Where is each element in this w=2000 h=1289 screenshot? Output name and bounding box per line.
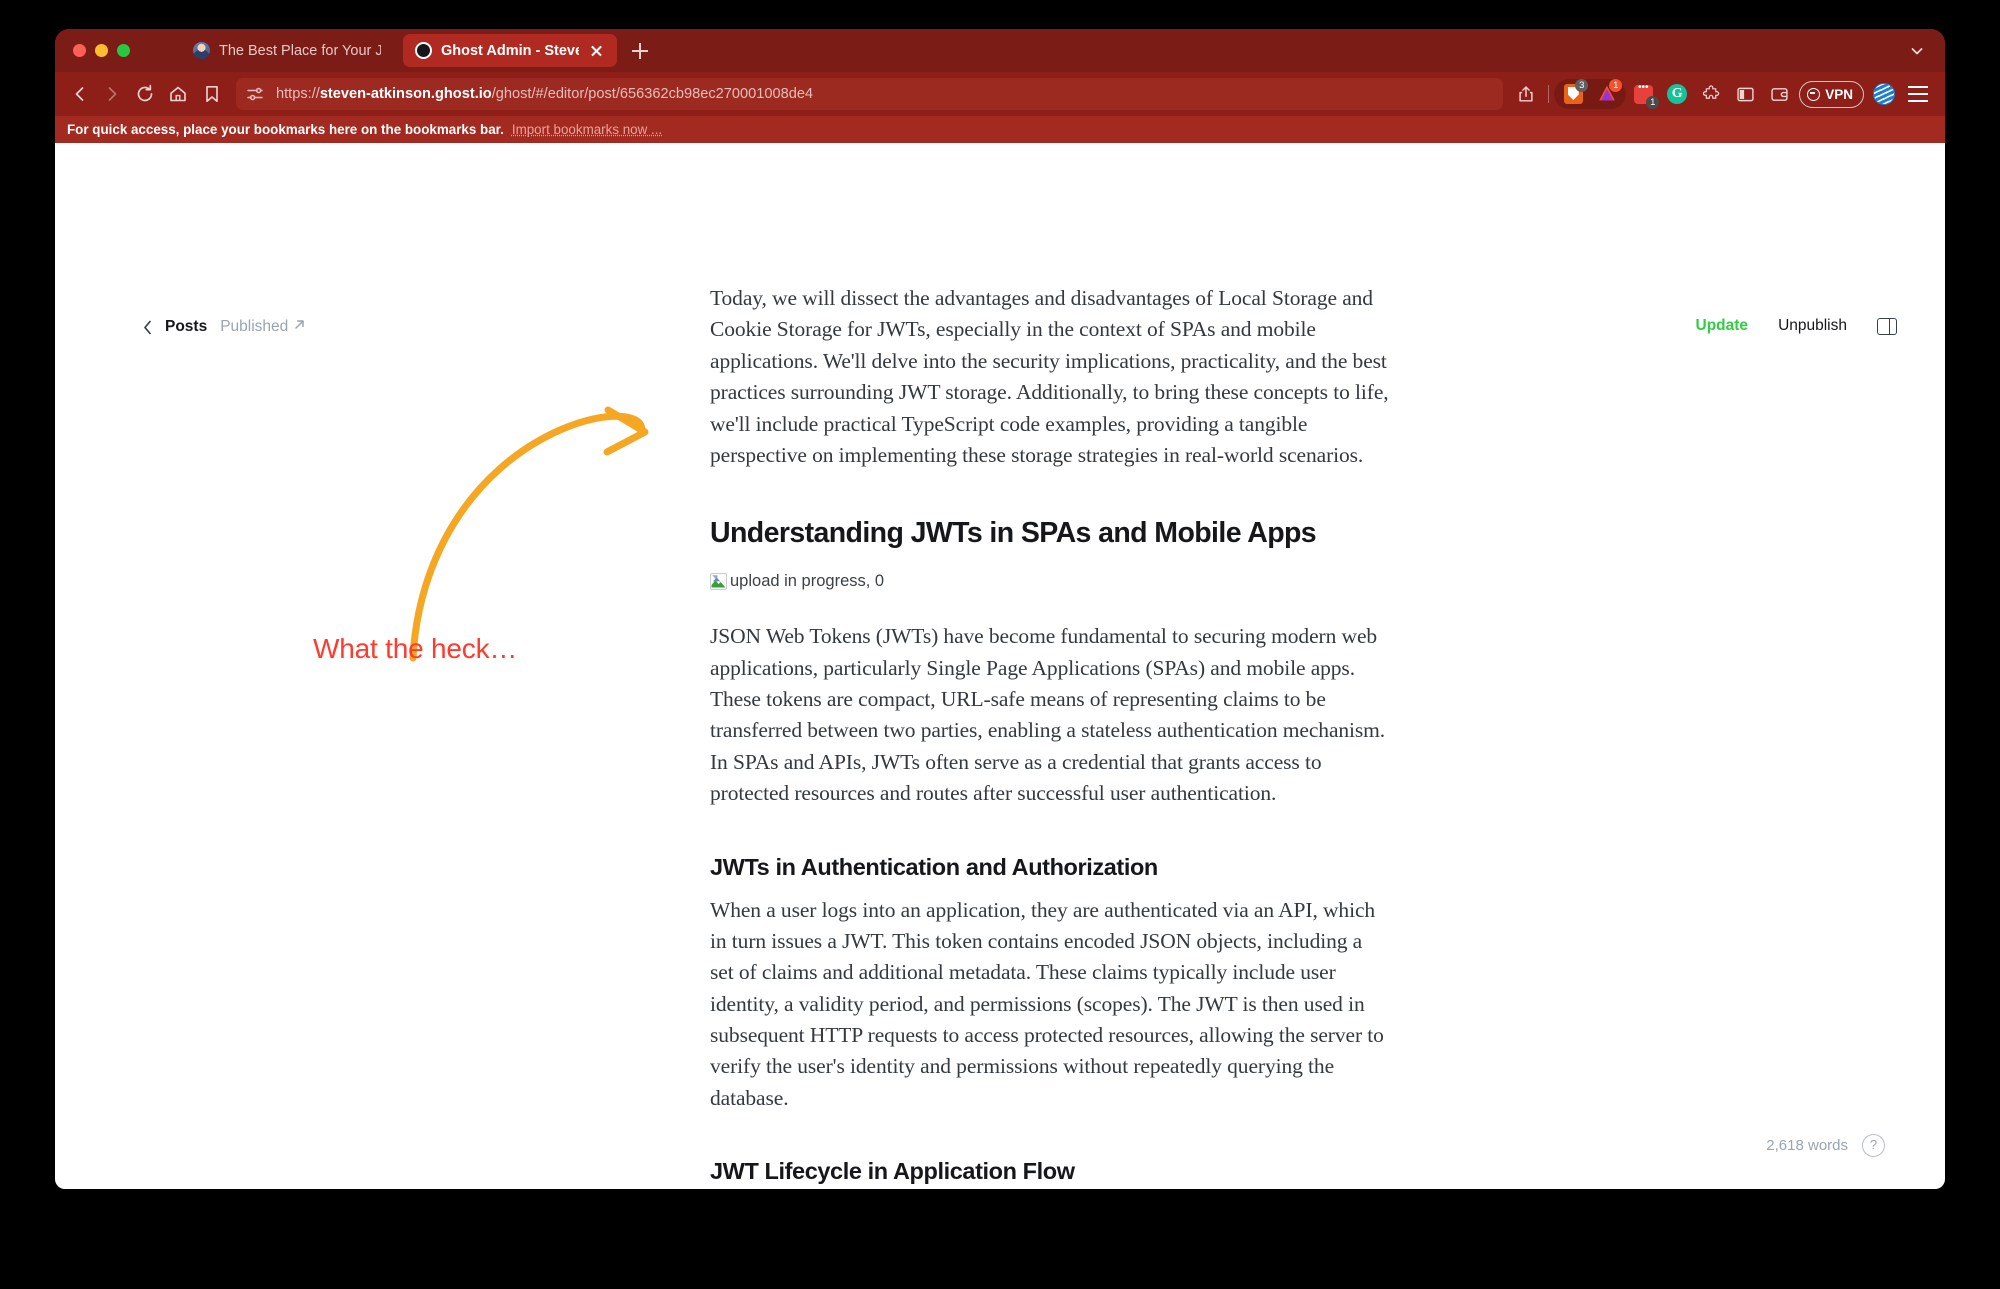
tab-title: Ghost Admin - Steven Atkinso bbox=[441, 42, 579, 59]
external-link-arrow-icon bbox=[293, 318, 306, 336]
broken-image-alt-text: upload in progress, 0 bbox=[730, 572, 885, 591]
grammarly-letter: G bbox=[1667, 84, 1688, 104]
browser-tab-strip: The Best Place for Your JWTs - Co Ghost … bbox=[55, 29, 1945, 72]
vpn-status-dot bbox=[1807, 87, 1821, 101]
minimize-window-button[interactable] bbox=[95, 44, 108, 57]
bookmarks-bar-message: For quick access, place your bookmarks h… bbox=[67, 122, 504, 137]
extension-icon-group: 3 1 bbox=[1554, 79, 1627, 109]
broken-image-placeholder[interactable]: upload in progress, 0 bbox=[710, 572, 1390, 591]
heading-understanding-jwts[interactable]: Understanding JWTs in SPAs and Mobile Ap… bbox=[710, 517, 1390, 550]
forward-arrow-icon[interactable] bbox=[101, 83, 123, 105]
post-status-label: Published bbox=[220, 318, 289, 335]
paragraph-auth[interactable]: When a user logs into an application, th… bbox=[710, 895, 1390, 1115]
extensions-puzzle-icon[interactable] bbox=[1694, 79, 1728, 109]
word-count-label: 2,618 words bbox=[1766, 1137, 1848, 1154]
close-icon[interactable] bbox=[588, 42, 605, 59]
browser-navigation-bar: https://steven-atkinson.ghost.io/ghost/#… bbox=[55, 72, 1945, 116]
back-arrow-icon[interactable] bbox=[69, 83, 91, 105]
question-mark-circle-icon[interactable]: ? bbox=[1862, 1134, 1885, 1157]
url-prefix: https:// bbox=[276, 86, 320, 102]
url-host: steven-atkinson.ghost.io bbox=[319, 86, 492, 102]
wallet-icon[interactable] bbox=[1762, 79, 1796, 109]
bitwarden-icon[interactable]: 3 bbox=[1556, 79, 1590, 109]
messages-badge: 1 bbox=[1646, 96, 1660, 109]
browser-menu-icon[interactable] bbox=[1901, 79, 1935, 109]
bitwarden-badge: 3 bbox=[1575, 79, 1589, 92]
address-bar[interactable]: https://steven-atkinson.ghost.io/ghost/#… bbox=[236, 78, 1503, 110]
window-traffic-lights bbox=[73, 44, 130, 57]
share-icon[interactable] bbox=[1509, 79, 1543, 109]
breadcrumb-posts-link[interactable]: Posts bbox=[165, 318, 207, 336]
site-settings-sliders-icon[interactable] bbox=[246, 85, 264, 103]
home-icon[interactable] bbox=[167, 83, 189, 105]
import-bookmarks-link[interactable]: Import bookmarks now ... bbox=[512, 122, 662, 137]
editor-header-right: Update Unpublish bbox=[1696, 317, 1897, 335]
word-count-status: 2,618 words ? bbox=[1766, 1134, 1885, 1157]
heading-jwts-auth[interactable]: JWTs in Authentication and Authorization bbox=[710, 854, 1390, 881]
toolbar-divider bbox=[1548, 85, 1550, 103]
bookmarks-bar: For quick access, place your bookmarks h… bbox=[55, 116, 1945, 143]
brave-rewards-badge: 1 bbox=[1609, 79, 1623, 92]
bookmark-icon[interactable] bbox=[201, 83, 223, 105]
paragraph-intro[interactable]: Today, we will dissect the advantages an… bbox=[710, 283, 1390, 471]
sidebar-toggle-icon[interactable] bbox=[1728, 79, 1762, 109]
chevron-down-icon[interactable] bbox=[1909, 43, 1925, 59]
update-button[interactable]: Update bbox=[1696, 317, 1749, 335]
address-bar-url: https://steven-atkinson.ghost.io/ghost/#… bbox=[276, 86, 813, 102]
ghost-logo-favicon bbox=[415, 42, 432, 59]
messages-extension-icon[interactable]: 1 bbox=[1626, 79, 1660, 109]
vpn-button[interactable]: VPN bbox=[1796, 79, 1867, 109]
brave-rewards-icon[interactable]: 1 bbox=[1590, 79, 1624, 109]
vpn-label: VPN bbox=[1825, 86, 1853, 102]
heading-jwt-lifecycle[interactable]: JWT Lifecycle in Application Flow bbox=[710, 1158, 1390, 1185]
annotation-label: What the heck… bbox=[313, 633, 518, 664]
reload-icon[interactable] bbox=[134, 83, 156, 105]
broken-image-icon bbox=[710, 573, 727, 591]
editor-header-left: Posts Published bbox=[143, 318, 306, 336]
browser-window: The Best Place for Your JWTs - Co Ghost … bbox=[55, 29, 1945, 1189]
new-tab-button[interactable] bbox=[630, 41, 650, 61]
url-path: /ghost/#/editor/post/656362cb98ec2700010… bbox=[491, 86, 814, 102]
unpublish-button[interactable]: Unpublish bbox=[1778, 317, 1847, 335]
post-status-badge[interactable]: Published bbox=[220, 318, 306, 336]
browser-tab-inactive[interactable]: The Best Place for Your JWTs - Co bbox=[181, 34, 393, 67]
browser-tab-active[interactable]: Ghost Admin - Steven Atkinso bbox=[403, 34, 617, 67]
ghost-admin-editor-page: Posts Published Update Unpublish Today, … bbox=[55, 143, 1945, 1189]
browser-toolbar-icons: 3 1 1 G bbox=[1509, 72, 1935, 116]
close-window-button[interactable] bbox=[73, 44, 86, 57]
maximize-window-button[interactable] bbox=[117, 44, 130, 57]
settings-panel-toggle-icon[interactable] bbox=[1877, 317, 1897, 335]
back-chevron-icon[interactable] bbox=[143, 320, 152, 335]
paragraph-jwt-intro[interactable]: JSON Web Tokens (JWTs) have become funda… bbox=[710, 621, 1390, 809]
brave-leo-icon[interactable] bbox=[1867, 79, 1901, 109]
tab-title: The Best Place for Your JWTs - Co bbox=[219, 42, 381, 59]
grammarly-icon[interactable]: G bbox=[1660, 79, 1694, 109]
post-content-area[interactable]: Today, we will dissect the advantages an… bbox=[710, 283, 1390, 1189]
photo-avatar-favicon bbox=[193, 42, 210, 59]
